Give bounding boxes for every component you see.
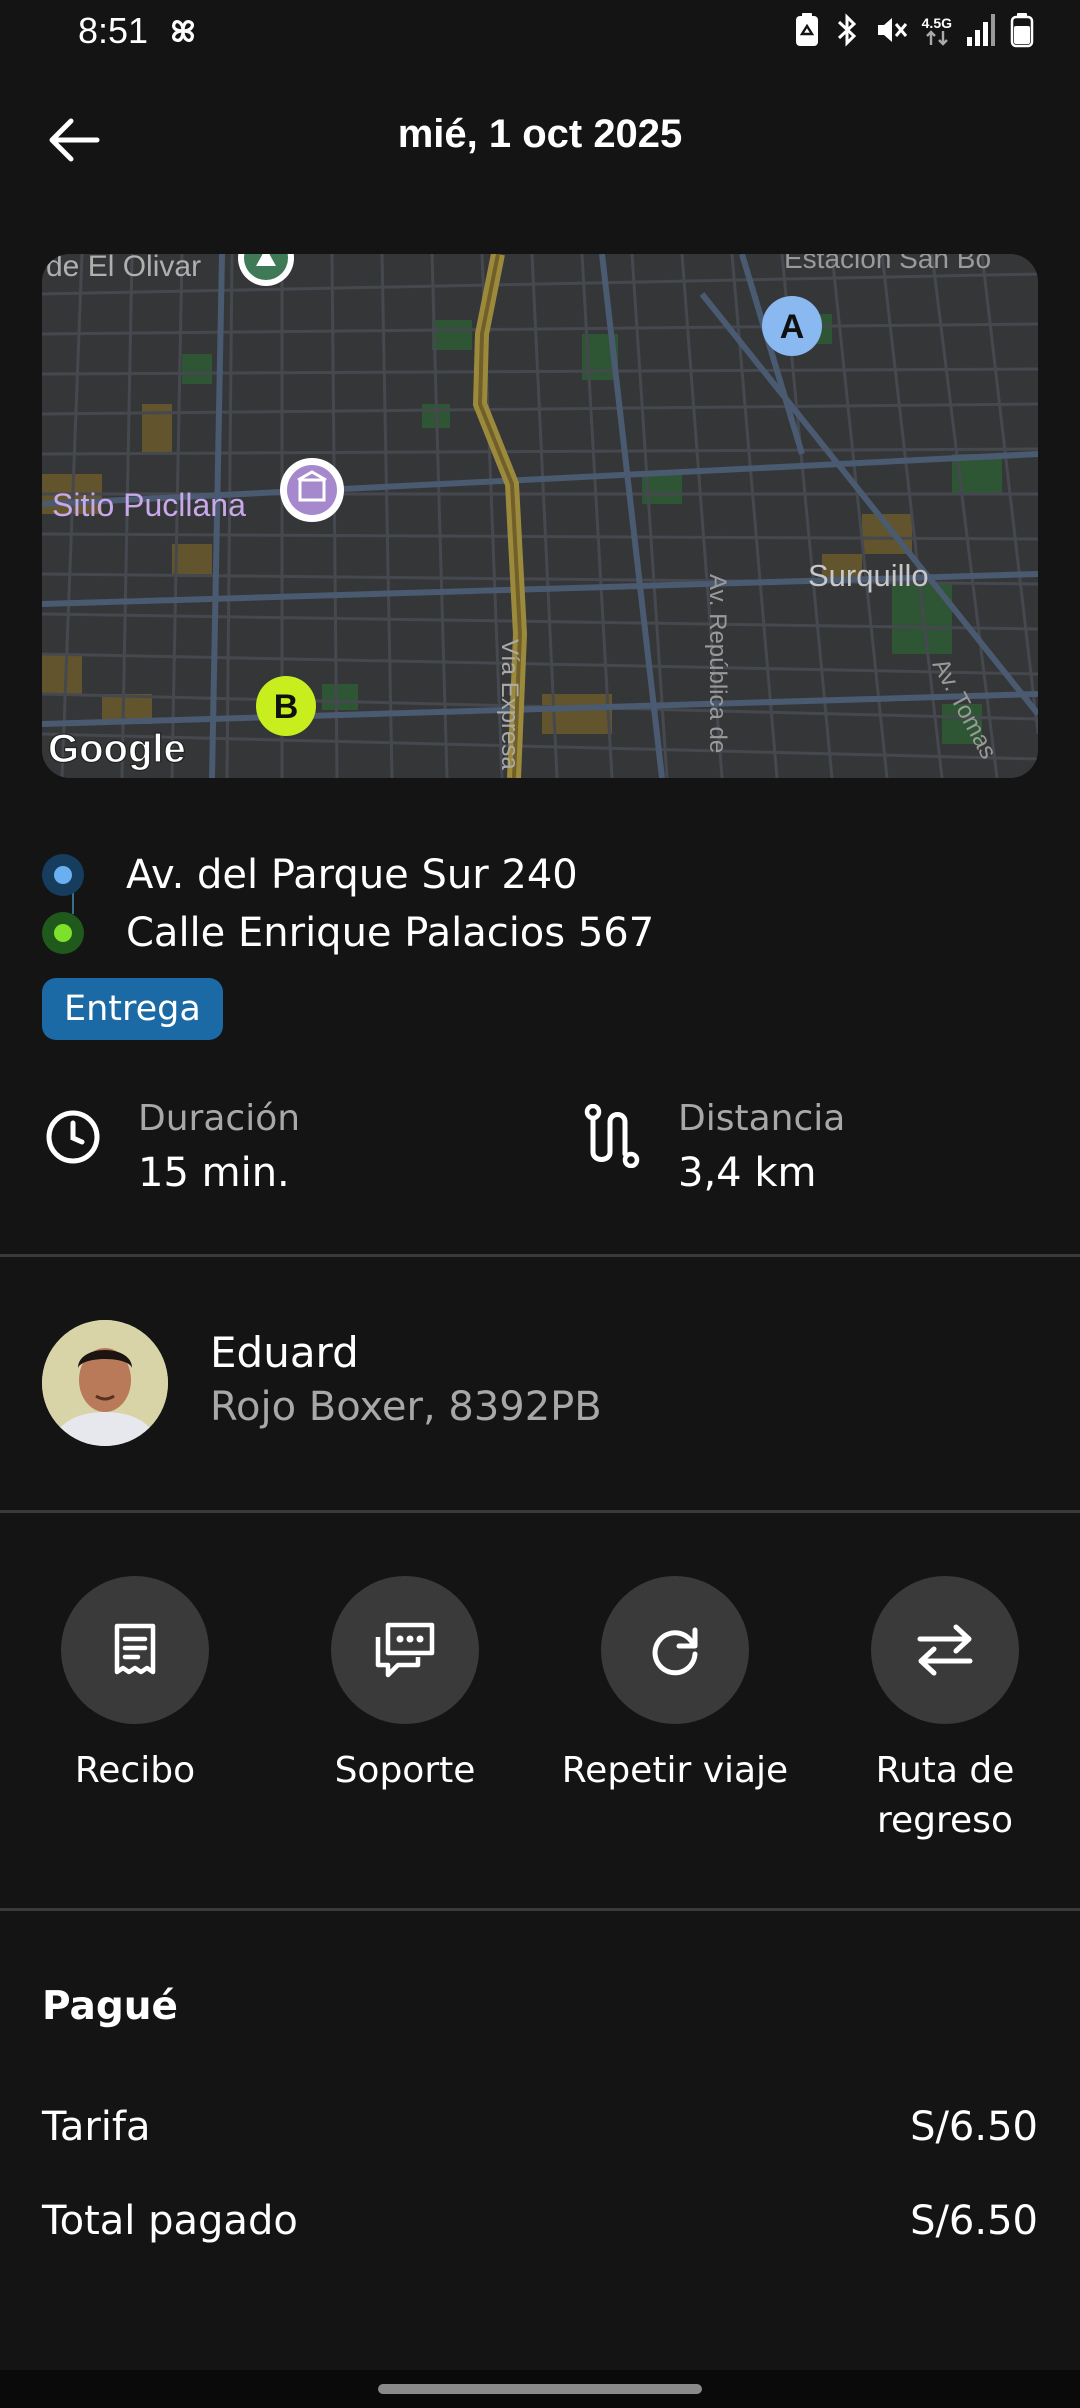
map-label-via-expresa: Vía Expresa (496, 639, 523, 770)
destination-row: Calle Enrique Palacios 567 (42, 910, 654, 956)
recycle-battery-icon (794, 12, 820, 52)
origin-row: Av. del Parque Sur 240 (42, 852, 578, 898)
map-label-av-republica: Av. República de (704, 574, 731, 753)
battery-icon (1010, 12, 1034, 52)
destination-dot-icon (42, 912, 84, 954)
route-map[interactable]: de El Olivar Estación San Bo Sitio Pucll… (42, 254, 1038, 778)
payment-title: Pagué (42, 1984, 178, 2029)
page-title: mié, 1 oct 2025 (397, 112, 683, 156)
pinwheel-icon (166, 14, 200, 52)
total-paid-label: Total pagado (42, 2198, 298, 2244)
status-icons: 4.5G (794, 12, 1034, 52)
google-logo: Google (48, 727, 186, 771)
vehicle-info: Rojo Boxer, 8392PB (210, 1384, 602, 1430)
fare-label: Tarifa (42, 2104, 151, 2150)
museum-marker-icon (280, 458, 344, 522)
marker-b[interactable]: B (256, 676, 316, 736)
bluetooth-icon (834, 12, 860, 52)
map-label-estacion: Estación San Bo (784, 254, 991, 274)
route-distance-icon (584, 1103, 640, 1172)
clock-icon (44, 1108, 102, 1170)
duration-value: 15 min. (138, 1150, 290, 1196)
return-route-button[interactable]: Ruta de regreso (810, 1576, 1080, 1846)
repeat-trip-button[interactable]: Repetir viaje (540, 1576, 810, 1796)
status-time: 8:51 (78, 10, 149, 51)
trip-type-badge: Entrega (42, 978, 223, 1040)
status-bar: 8:51 4.5G (0, 0, 1080, 64)
support-chat-icon (331, 1576, 479, 1724)
network-type: 4.5G (922, 16, 952, 48)
repeat-trip-label: Repetir viaje (561, 1750, 789, 1791)
divider (0, 1254, 1080, 1257)
return-route-label: Ruta de regreso (875, 1750, 1015, 1841)
map-label-olivar: de El Olivar (46, 254, 201, 283)
receipt-button[interactable]: Recibo (0, 1576, 270, 1796)
driver-name: Eduard (210, 1328, 359, 1377)
origin-address: Av. del Parque Sur 240 (126, 852, 578, 898)
map-label-surquillo: Surquillo (808, 558, 929, 593)
distance-value: 3,4 km (678, 1150, 817, 1196)
swap-arrows-icon (871, 1576, 1019, 1724)
marker-a[interactable]: A (762, 296, 822, 356)
marker-b-label: B (274, 688, 299, 726)
duration-label: Duración (138, 1098, 301, 1139)
mute-icon (874, 12, 908, 52)
repeat-icon (601, 1576, 749, 1724)
distance-label: Distancia (678, 1098, 846, 1139)
receipt-icon (61, 1576, 209, 1724)
destination-address: Calle Enrique Palacios 567 (126, 910, 655, 956)
receipt-label: Recibo (74, 1750, 196, 1791)
driver-avatar (42, 1320, 168, 1446)
network-type-label: 4.5G (921, 15, 952, 31)
marker-a-label: A (780, 308, 805, 346)
divider (0, 1510, 1080, 1513)
total-paid-value: S/6.50 (910, 2198, 1038, 2244)
signal-icon (966, 13, 996, 51)
origin-dot-icon (42, 854, 84, 896)
home-indicator[interactable] (378, 2384, 702, 2394)
support-button[interactable]: Soporte (270, 1576, 540, 1796)
support-label: Soporte (334, 1750, 476, 1791)
map-label-sitio: Sitio Pucllana (52, 487, 246, 523)
fare-value: S/6.50 (910, 2104, 1038, 2150)
divider (0, 1908, 1080, 1911)
